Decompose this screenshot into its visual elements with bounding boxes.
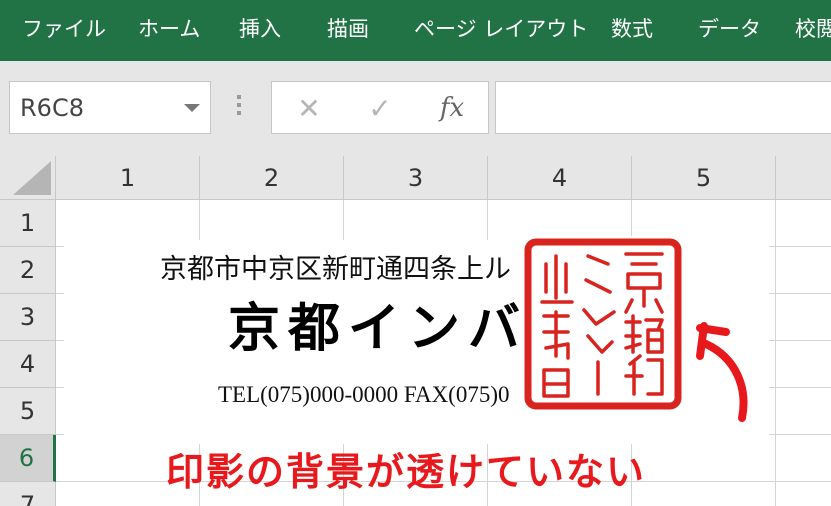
row-header-2[interactable]: 2 — [0, 247, 56, 294]
seal-icon — [524, 238, 682, 410]
name-box[interactable]: R6C8 — [9, 81, 211, 134]
annotation-arrow-icon — [696, 322, 748, 422]
formula-input[interactable] — [495, 81, 831, 134]
select-all-icon — [13, 161, 51, 195]
insert-function-button[interactable]: fx — [432, 90, 472, 126]
tab-data[interactable]: データ — [698, 14, 761, 44]
tab-review[interactable]: 校閲 — [795, 14, 831, 44]
row-header-5[interactable]: 5 — [0, 388, 56, 435]
tab-insert[interactable]: 挿入 — [239, 14, 281, 44]
drag-handle-icon[interactable] — [236, 95, 242, 121]
column-header-6[interactable] — [776, 156, 831, 200]
row-header-6[interactable]: 6 — [0, 435, 56, 482]
column-header-4[interactable]: 4 — [488, 156, 632, 200]
ribbon-tab-bar: ファイル ホーム 挿入 描画 ページ レイアウト 数式 データ 校閲 — [0, 0, 831, 61]
column-header-2[interactable]: 2 — [200, 156, 344, 200]
column-header-1[interactable]: 1 — [56, 156, 200, 200]
card-tel-fax: TEL(075)000-0000 FAX(075)0 — [218, 382, 510, 407]
tab-file[interactable]: ファイル — [22, 14, 106, 44]
tab-draw[interactable]: 描画 — [327, 14, 369, 44]
card-company-name: 京都インバ — [228, 298, 529, 359]
select-all-corner[interactable] — [0, 156, 56, 200]
tab-formulas[interactable]: 数式 — [611, 14, 653, 44]
row-header-7[interactable]: 7 — [0, 482, 56, 506]
annotation-text: 印影の背景が透けていない — [166, 450, 647, 494]
cancel-icon[interactable]: ✕ — [289, 90, 329, 126]
row-header-4[interactable]: 4 — [0, 341, 56, 388]
fx-icon: fx — [439, 93, 465, 123]
name-box-value: R6C8 — [20, 94, 84, 122]
row-header-1[interactable]: 1 — [0, 200, 56, 247]
row-header-3[interactable]: 3 — [0, 294, 56, 341]
tab-page-layout[interactable]: ページ レイアウト — [414, 14, 588, 44]
chevron-down-icon[interactable] — [184, 104, 200, 112]
seal-stamp-image[interactable] — [522, 236, 684, 412]
formula-bar: R6C8 ✕ ✓ fx — [0, 61, 831, 156]
card-address: 京都市中京区新町通四条上ル — [160, 254, 511, 285]
column-header-3[interactable]: 3 — [344, 156, 488, 200]
tab-home[interactable]: ホーム — [138, 14, 200, 44]
enter-icon[interactable]: ✓ — [360, 90, 400, 126]
formula-buttons: ✕ ✓ fx — [271, 81, 489, 134]
column-header-5[interactable]: 5 — [632, 156, 776, 200]
